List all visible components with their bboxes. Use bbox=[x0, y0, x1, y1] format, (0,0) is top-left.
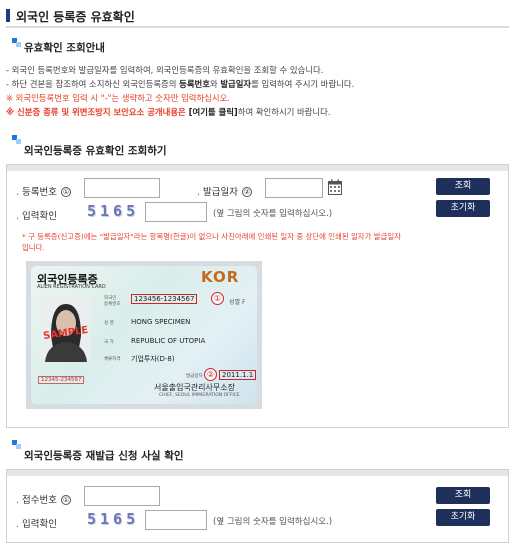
guide-line-1: - 외국인 등록번호와 발급일자를 입력하여, 외국인등록증의 유효확인을 조회… bbox=[6, 65, 324, 75]
marker-1: ① bbox=[211, 292, 224, 305]
section-bullet-icon bbox=[12, 38, 21, 47]
calendar-icon[interactable] bbox=[328, 179, 342, 195]
country-code: KOR bbox=[201, 268, 240, 286]
captcha-input[interactable] bbox=[145, 510, 207, 530]
section-bullet-icon bbox=[12, 135, 21, 144]
reset-button[interactable]: 초기화 bbox=[436, 509, 490, 526]
reset-button[interactable]: 초기화 bbox=[436, 200, 490, 217]
guide-title: 유효확인 조회안내 bbox=[24, 42, 105, 54]
old-card-note: * 구 등록증(신고증)에는 "발급일자"라는 항목명(한글)이 없으나 사진아… bbox=[22, 232, 401, 252]
captcha-label: . 입력확인 bbox=[16, 519, 57, 530]
receipt-number-label: . 접수번호 ① bbox=[16, 495, 71, 506]
receipt-number-input[interactable] bbox=[84, 486, 160, 506]
section1-title: 외국인등록증 유효확인 조회하기 bbox=[24, 145, 167, 157]
click-here-link[interactable]: [여기를 클릭] bbox=[186, 107, 238, 117]
captcha-hint: (옆 그림의 숫자를 입력하십시오.) bbox=[213, 517, 333, 527]
issue-date-input[interactable] bbox=[265, 178, 323, 198]
sample-reg-number: 123456-1234567 bbox=[131, 294, 198, 304]
sample-card-image: 외국인등록증 ALIEN REGISTRATION CARD KOR SAMPL… bbox=[31, 266, 257, 404]
section-bullet-icon bbox=[12, 440, 21, 449]
guide-notice: - 외국인 등록번호와 발급일자를 입력하여, 외국인등록증의 유효확인을 조회… bbox=[6, 63, 511, 119]
reissue-check-panel: . 접수번호 ① 조회 초기화 . 입력확인 5165 (옆 그림의 숫자를 입력하십… bbox=[6, 469, 509, 543]
captcha-hint: (옆 그림의 숫자를 입력하십시오.) bbox=[213, 209, 333, 219]
issue-date-label: . 발급일자 ② bbox=[197, 187, 252, 198]
guide-line-4: ※ 신분증 종류 및 위변조방지 보안요소 공개내용은 [여기를 클릭]하여 확… bbox=[6, 107, 331, 117]
marker-2: ② bbox=[204, 368, 217, 381]
sample-issue-date: 2011.1.1 bbox=[219, 370, 257, 380]
captcha-label: . 입력확인 bbox=[16, 211, 57, 222]
search-button[interactable]: 조회 bbox=[436, 487, 490, 504]
search-button[interactable]: 조회 bbox=[436, 178, 490, 195]
panel-top-band bbox=[7, 165, 508, 171]
page-title-bar: 외국인 등록증 유효확인 bbox=[6, 6, 509, 28]
reg-number-label: . 등록번호 ① bbox=[16, 187, 71, 198]
captcha-input[interactable] bbox=[145, 202, 207, 222]
title-marker bbox=[6, 9, 10, 22]
section2-title: 외국인등록증 재발급 신청 사실 확인 bbox=[24, 450, 184, 462]
page-title: 외국인 등록증 유효확인 bbox=[16, 10, 135, 24]
captcha-image: 5165 bbox=[87, 510, 140, 528]
captcha-image: 5165 bbox=[87, 202, 140, 220]
reg-number-input[interactable] bbox=[84, 178, 160, 198]
panel-top-band bbox=[7, 470, 508, 476]
guide-line-3: ※ 외국인등록번호 입력 시 "-"는 생략하고 숫자만 입력하십시오. bbox=[6, 93, 230, 103]
guide-line-2: - 하단 견본을 참조하여 소지하신 외국인등록증의 등록번호와 발급일자를 입… bbox=[6, 79, 355, 89]
